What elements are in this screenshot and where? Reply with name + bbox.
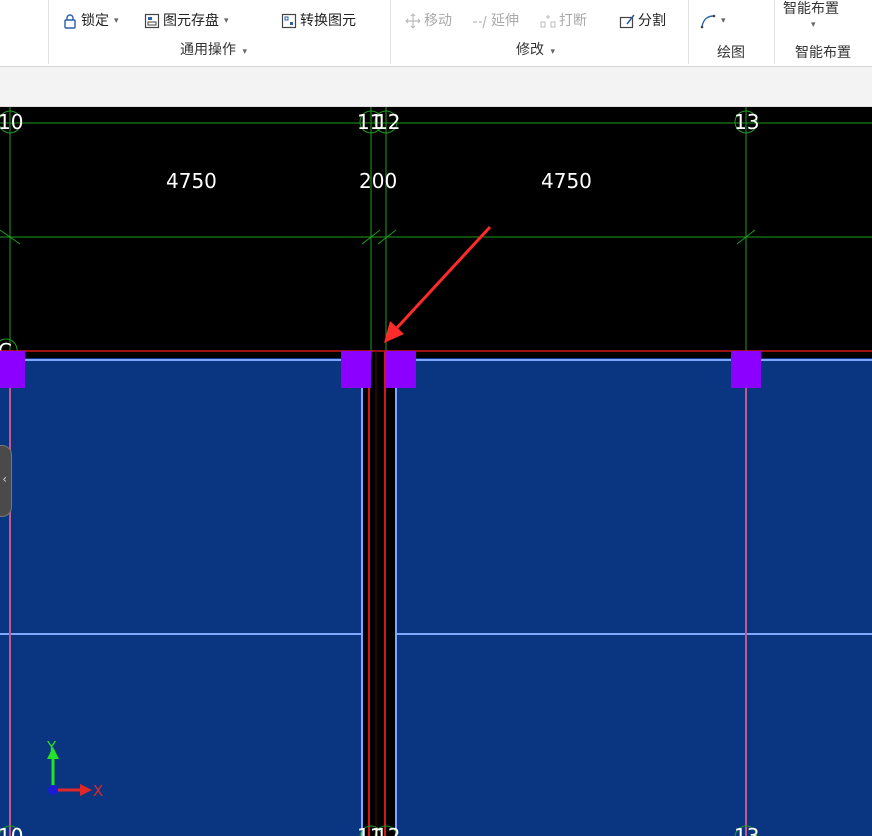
axis-label-12: 12 bbox=[375, 110, 400, 134]
save-element-icon bbox=[144, 13, 160, 29]
save-element-button[interactable]: 图元存盘 ▾ bbox=[144, 11, 229, 31]
dimension-text: 4750 bbox=[541, 169, 592, 193]
chevron-down-icon: ▾ bbox=[242, 47, 247, 57]
ribbon-separator bbox=[48, 0, 49, 64]
annotation-arrow-icon bbox=[384, 225, 492, 343]
split-button[interactable]: 分割 bbox=[619, 11, 666, 31]
break-button[interactable]: 打断 bbox=[540, 11, 587, 31]
ribbon-toolbar: 锁定 ▾ 图元存盘 ▾ 转换图元 通用操作 ▾ 移动 延伸 打断 分割 修改 ▾… bbox=[0, 0, 872, 67]
common-ops-group-label: 通用操作 bbox=[180, 42, 236, 58]
convert-element-icon bbox=[281, 13, 297, 29]
secondary-toolbar bbox=[0, 67, 872, 107]
column[interactable] bbox=[341, 351, 371, 388]
lock-label: 锁定 bbox=[81, 13, 109, 29]
extend-label: 延伸 bbox=[491, 13, 519, 29]
ribbon-separator bbox=[390, 0, 391, 64]
axis-label-10: 10 bbox=[0, 110, 23, 134]
draw-group-label: 绘图 bbox=[717, 45, 745, 61]
common-ops-group-button[interactable]: 通用操作 ▾ bbox=[180, 40, 247, 62]
convert-element-button[interactable]: 转换图元 bbox=[281, 11, 356, 31]
axis-bubbles bbox=[0, 110, 758, 362]
chevron-down-icon: ▾ bbox=[721, 16, 726, 26]
column[interactable] bbox=[731, 351, 761, 388]
ribbon-separator bbox=[688, 0, 689, 64]
draw-arc-button[interactable]: ▾ bbox=[700, 11, 726, 31]
column[interactable] bbox=[0, 351, 25, 388]
ribbon-separator bbox=[774, 0, 775, 64]
modify-group-button[interactable]: 修改 ▾ bbox=[516, 40, 555, 62]
convert-element-label: 转换图元 bbox=[300, 13, 356, 29]
axis-label-13-bottom: 13 bbox=[734, 824, 759, 836]
side-panel-toggle[interactable]: ‹ bbox=[0, 445, 12, 517]
ucs-x-label: X bbox=[93, 782, 103, 800]
chevron-down-icon: ▾ bbox=[114, 16, 119, 26]
column[interactable] bbox=[386, 351, 416, 388]
modify-group-label: 修改 bbox=[516, 42, 544, 58]
move-icon bbox=[405, 13, 421, 29]
extend-button[interactable]: 延伸 bbox=[472, 11, 519, 31]
axis-label-13: 13 bbox=[734, 110, 759, 134]
drawing-canvas[interactable]: 10 11 12 13 C 4750 200 4750 bbox=[0, 107, 872, 836]
break-label: 打断 bbox=[559, 13, 587, 29]
grid-lines bbox=[0, 107, 872, 358]
dimension-text: 4750 bbox=[166, 169, 217, 193]
chevron-down-icon: ▾ bbox=[550, 47, 555, 57]
axis-label-12-bottom: 12 bbox=[375, 824, 400, 836]
smart-layout-button[interactable]: 智能布置 bbox=[783, 0, 839, 19]
ucs-y-label: Y bbox=[46, 738, 57, 756]
dimension-text: 200 bbox=[359, 169, 397, 193]
chevron-down-icon[interactable]: ▾ bbox=[811, 20, 816, 30]
lock-icon bbox=[62, 13, 78, 29]
move-button[interactable]: 移动 bbox=[405, 11, 452, 31]
extend-icon bbox=[472, 13, 488, 29]
axis-label-10-bottom: 10 bbox=[0, 824, 23, 836]
chevron-left-icon: ‹ bbox=[2, 472, 7, 486]
drawing-svg: 10 11 12 13 C 4750 200 4750 bbox=[0, 107, 872, 836]
save-element-label: 图元存盘 bbox=[163, 13, 219, 29]
chevron-down-icon: ▾ bbox=[224, 16, 229, 26]
split-label: 分割 bbox=[638, 13, 666, 29]
move-label: 移动 bbox=[424, 13, 452, 29]
smart-layout-label: 智能布置 bbox=[783, 1, 839, 17]
arc-icon bbox=[700, 13, 716, 29]
lock-button[interactable]: 锁定 ▾ bbox=[62, 11, 119, 31]
split-icon bbox=[619, 13, 635, 29]
smart-layout-group-label: 智能布置 bbox=[795, 45, 851, 61]
break-icon bbox=[540, 13, 556, 29]
slab-right[interactable] bbox=[396, 358, 872, 836]
